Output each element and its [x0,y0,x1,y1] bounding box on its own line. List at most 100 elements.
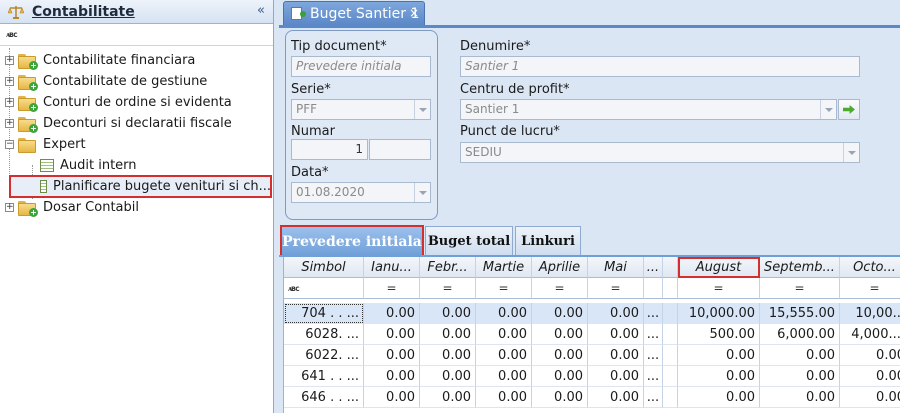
column-header-februarie[interactable]: Febr... [420,257,476,278]
filter-equals-icon[interactable]: = [476,278,532,299]
centru-profit-select[interactable]: Santier 1 [460,99,837,120]
cell-simbol[interactable]: 641 . . ... [284,366,364,387]
cell-value[interactable]: 0.00 [760,366,840,387]
table-row[interactable]: 704 . . ... 0.00 0.00 0.00 0.00 0.00 ...… [284,303,900,324]
document-tab[interactable]: Buget Santier 1 × [283,1,425,25]
cell-value[interactable]: 0.00 [760,345,840,366]
tree-filter-row[interactable]: ᴀʙc [0,24,273,46]
data-date-picker[interactable]: 01.08.2020 [291,182,431,203]
cell-value[interactable]: 0.00 [532,387,588,408]
tree-item-conturi-ordine[interactable]: + + Conturi de ordine si evidenta [0,92,273,113]
cell-value[interactable]: 0.00 [420,303,476,324]
expand-icon[interactable]: + [5,203,14,212]
abc-filter-icon[interactable]: ᴀʙc [6,30,18,39]
cell-value[interactable]: 0.00 [678,366,760,387]
cell-value[interactable]: 10,00... [840,303,900,324]
tree-item-planificare-bugete[interactable]: Planificare bugete venituri si ch... [9,175,272,198]
cell-value[interactable]: 0.00 [420,387,476,408]
tab-linkuri[interactable]: Linkuri [515,226,581,256]
tree-item-audit-intern[interactable]: Audit intern [0,155,273,176]
cell-value[interactable]: 0.00 [678,345,760,366]
cell-value[interactable]: 0.00 [364,387,420,408]
cell-value[interactable]: 0.00 [588,366,644,387]
expand-icon[interactable]: + [5,119,14,128]
tree-item-contabilitate-gestiune[interactable]: + + Contabilitate de gestiune [0,71,273,92]
cell-value[interactable]: 0.00 [420,324,476,345]
filter-equals-icon[interactable]: = [588,278,644,299]
cell-value[interactable]: 0.00 [476,345,532,366]
chevron-down-icon[interactable] [414,100,430,119]
cell-value[interactable]: 0.00 [364,324,420,345]
filter-equals-icon[interactable]: = [760,278,840,299]
tree-item-expert[interactable]: − Expert [0,134,273,155]
column-header-august[interactable]: August [678,257,760,278]
cell-value[interactable]: 0.00 [420,345,476,366]
cell-value[interactable]: 0.00 [364,303,420,324]
denumire-field[interactable]: Santier 1 [460,56,860,77]
cell-collapsed[interactable]: ... [644,387,663,408]
cell-collapsed[interactable]: ... [644,303,663,324]
cell-value[interactable]: 15,555.00 [760,303,840,324]
cell-value[interactable]: 0.00 [532,303,588,324]
chevron-down-icon[interactable] [414,183,430,202]
filter-equals-icon[interactable]: = [420,278,476,299]
cell-simbol[interactable]: 6022. ... [284,345,364,366]
cell-value[interactable]: 0.00 [532,345,588,366]
chevron-down-icon[interactable] [820,100,836,119]
tree-item-deconturi[interactable]: + + Deconturi si declaratii fiscale [0,113,273,134]
serie-select[interactable]: PFF [291,99,431,120]
cell-simbol[interactable]: 6028. ... [284,324,364,345]
cell-value[interactable]: 0.00 [532,324,588,345]
expand-icon[interactable]: + [5,77,14,86]
cell-value[interactable]: 0.00 [840,387,900,408]
cell-value[interactable]: 0.00 [532,366,588,387]
cell-value[interactable]: 0.00 [760,387,840,408]
cell-value[interactable]: 0.00 [476,324,532,345]
cell-value[interactable]: 10,000.00 [678,303,760,324]
cell-value[interactable]: 0.00 [364,366,420,387]
table-row[interactable]: 646 . . ... 0.00 0.00 0.00 0.00 0.00 ...… [284,387,900,408]
table-row[interactable]: 6028. ... 0.00 0.00 0.00 0.00 0.00 ... 5… [284,324,900,345]
cell-value[interactable]: 500.00 [678,324,760,345]
tip-document-field[interactable]: Prevedere initiala [291,56,431,77]
filter-cell[interactable] [644,278,663,299]
cell-value[interactable]: 0.00 [476,366,532,387]
cell-value[interactable]: 0.00 [678,387,760,408]
open-centru-profit-button[interactable] [838,99,860,120]
expand-icon[interactable]: + [5,56,14,65]
numar-field[interactable]: 1 [291,139,368,160]
cell-collapsed[interactable]: ... [644,345,663,366]
cell-simbol[interactable]: 704 . . ... [284,303,364,324]
expand-icon[interactable]: + [5,98,14,107]
numar-suffix-field[interactable] [369,139,431,160]
collapse-panel-icon[interactable]: « [257,3,265,18]
column-header-ianuarie[interactable]: Ianu... [364,257,420,278]
cell-value[interactable]: 0.00 [364,345,420,366]
column-header-mai[interactable]: Mai [588,257,644,278]
abc-filter-icon[interactable]: ᴀʙc [284,278,364,299]
cell-value[interactable]: 0.00 [588,303,644,324]
filter-equals-icon[interactable]: = [364,278,420,299]
tab-buget-total[interactable]: Buget total [425,226,513,256]
filter-equals-icon[interactable]: = [840,278,900,299]
chevron-down-icon[interactable] [843,143,859,162]
cell-value[interactable]: 0.00 [840,345,900,366]
tree-item-contabilitate-financiara[interactable]: + + Contabilitate financiara [0,50,273,71]
cell-value[interactable]: 4,000.... [840,324,900,345]
cell-value[interactable]: 0.00 [588,387,644,408]
cell-value[interactable]: 0.00 [588,324,644,345]
collapse-icon[interactable]: − [5,140,14,149]
cell-simbol[interactable]: 646 . . ... [284,387,364,408]
cell-collapsed[interactable]: ... [644,366,663,387]
cell-value[interactable]: 0.00 [588,345,644,366]
table-row[interactable]: 6022. ... 0.00 0.00 0.00 0.00 0.00 ... 0… [284,345,900,366]
column-header-octombrie[interactable]: Octo... [840,257,900,278]
cell-value[interactable]: 0.00 [476,387,532,408]
filter-equals-icon[interactable]: = [678,278,760,299]
tab-prevedere-initiala[interactable]: Prevedere initiala [280,225,424,257]
column-header-aprilie[interactable]: Aprilie [532,257,588,278]
cell-value[interactable]: 0.00 [840,366,900,387]
column-header-collapsed[interactable]: ... [644,257,663,278]
panel-title[interactable]: Contabilitate [32,4,135,20]
column-header-septembrie[interactable]: Septemb... [760,257,840,278]
